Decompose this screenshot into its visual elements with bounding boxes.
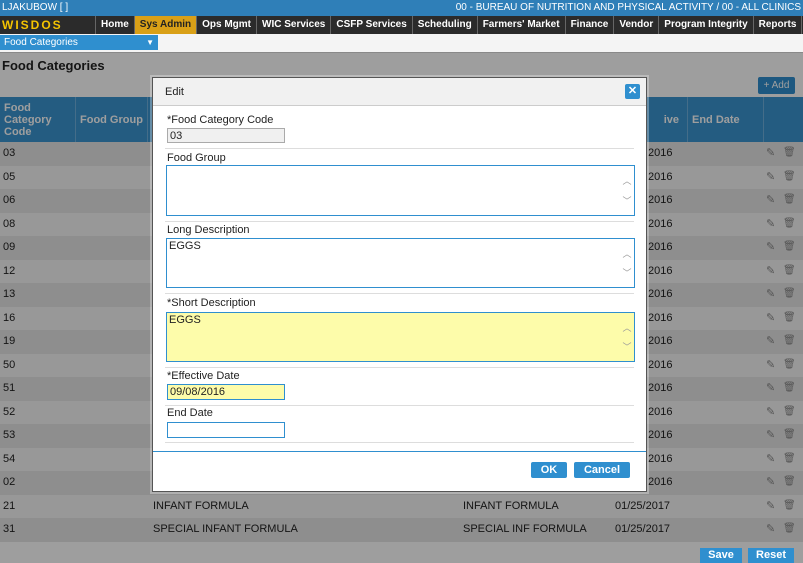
end-date-label: End Date — [167, 407, 213, 419]
menu-item[interactable]: Finance — [564, 16, 614, 34]
menu-item[interactable]: Sys Admin — [133, 16, 197, 34]
scroll-up-icon[interactable]: ︿ — [622, 174, 632, 187]
chevron-down-icon: ▼ — [146, 38, 154, 47]
menu-item[interactable]: WIC Services — [256, 16, 330, 34]
menu-item[interactable]: Scheduling — [411, 16, 477, 34]
divider — [165, 405, 634, 406]
scroll-down-icon[interactable]: ﹀ — [622, 266, 632, 279]
menu-bar: Home Sys Admin Ops Mgmt WIC Services CSFP Se… — [95, 16, 803, 34]
sub-nav: Food Categories ▼ — [0, 34, 803, 53]
cancel-button[interactable]: Cancel — [574, 462, 630, 478]
divider — [165, 367, 634, 368]
divider — [165, 293, 634, 294]
divider — [165, 442, 634, 443]
reset-button[interactable]: Reset — [748, 548, 794, 563]
save-button[interactable]: Save — [700, 548, 742, 563]
menu-item[interactable]: Farmers' Market — [476, 16, 565, 34]
user-name: LJAKUBOW [ ] — [2, 2, 69, 13]
effective-date-field[interactable]: 09/08/2016 — [167, 384, 285, 400]
close-icon[interactable]: ✕ — [625, 84, 640, 99]
food-group-field[interactable]: ︿ ﹀ — [166, 165, 635, 216]
code-field[interactable]: 03 — [167, 128, 285, 143]
long-desc-label: Long Description — [167, 224, 250, 236]
divider — [165, 221, 634, 222]
short-desc-value: EGGS — [169, 314, 201, 326]
menu-item[interactable]: CSFP Services — [330, 16, 411, 34]
menu-item[interactable]: Reports — [752, 16, 802, 34]
short-desc-field[interactable]: EGGS ︿ ﹀ — [166, 312, 635, 362]
dialog-footer-line — [153, 451, 646, 452]
ok-button[interactable]: OK — [531, 462, 567, 478]
top-bar: LJAKUBOW [ ] 00 - BUREAU OF NUTRITION AN… — [0, 0, 803, 16]
scroll-up-icon[interactable]: ︿ — [622, 321, 632, 334]
food-group-label: Food Group — [167, 152, 226, 164]
scroll-down-icon[interactable]: ﹀ — [622, 194, 632, 207]
menu-item[interactable]: Program Integrity — [658, 16, 752, 34]
edit-dialog: Edit ✕ *Food Category Code 03 Food Group… — [152, 77, 647, 492]
dialog-title: Edit — [165, 86, 184, 98]
agency-clinic: 00 - BUREAU OF NUTRITION AND PHYSICAL AC… — [455, 2, 801, 13]
page-select[interactable]: Food Categories ▼ — [0, 35, 158, 50]
scroll-down-icon[interactable]: ﹀ — [622, 340, 632, 353]
long-desc-value: EGGS — [169, 240, 201, 252]
scroll-up-icon[interactable]: ︿ — [622, 247, 632, 260]
code-label: *Food Category Code — [167, 114, 274, 126]
effective-date-label: *Effective Date — [167, 370, 240, 382]
short-desc-label: *Short Description — [167, 297, 256, 309]
app-logo: WISDOS — [2, 18, 63, 32]
dialog-header: Edit ✕ — [153, 78, 646, 106]
menu-item[interactable]: Vendor — [613, 16, 658, 34]
main-nav: WISDOS Home Sys Admin Ops Mgmt WIC Services… — [0, 16, 803, 34]
menu-item[interactable]: Ops Mgmt — [196, 16, 256, 34]
divider — [165, 148, 634, 149]
end-date-field[interactable] — [167, 422, 285, 438]
menu-item[interactable]: Home — [95, 16, 134, 34]
long-desc-field[interactable]: EGGS ︿ ﹀ — [166, 238, 635, 288]
page-select-value: Food Categories — [4, 37, 78, 48]
